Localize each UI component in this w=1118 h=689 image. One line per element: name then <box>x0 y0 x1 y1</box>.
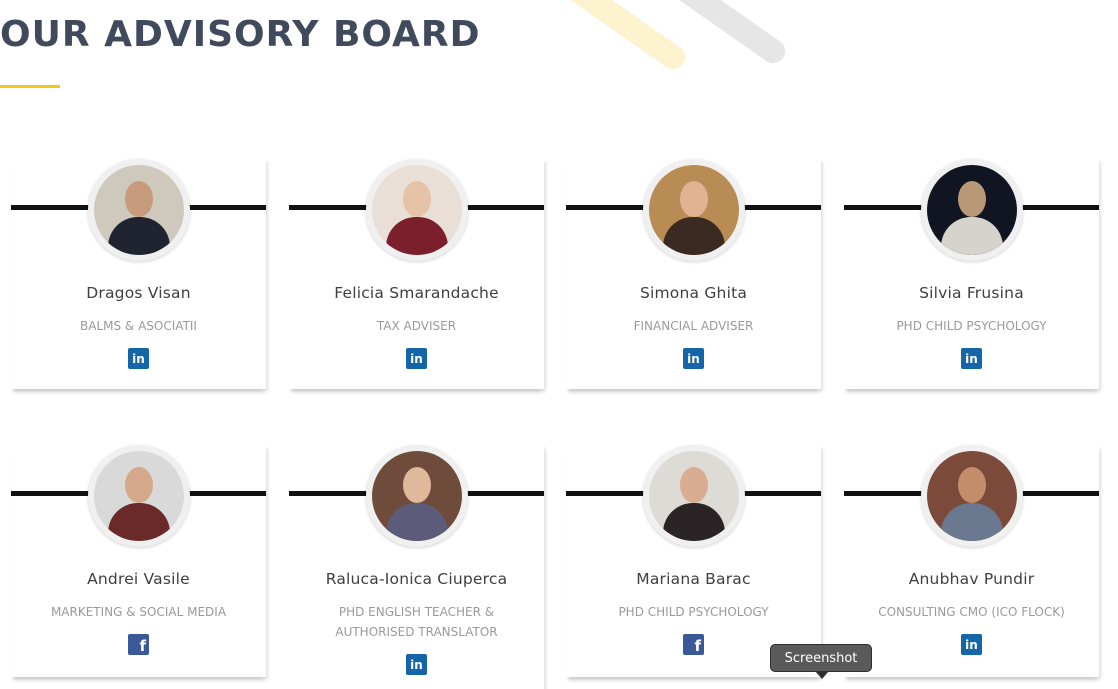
section-title: OUR ADVISORY BOARD <box>0 14 481 55</box>
title-underline <box>0 85 60 88</box>
facebook-icon[interactable]: f <box>683 634 704 655</box>
advisor-card: Simona Ghita FINANCIAL ADVISER in <box>566 159 821 389</box>
advisor-card: Felicia Smarandache TAX ADVISER in <box>289 159 544 389</box>
avatar-frame <box>88 445 190 547</box>
avatar-frame <box>366 445 468 547</box>
avatar-frame <box>921 445 1023 547</box>
linkedin-icon[interactable]: in <box>961 348 982 369</box>
avatar <box>649 165 739 255</box>
advisor-role: PHD CHILD PSYCHOLOGY <box>896 319 1047 333</box>
advisor-name: Raluca-Ionica Ciuperca <box>325 570 508 588</box>
avatar-frame <box>643 445 745 547</box>
advisor-name: Dragos Visan <box>86 284 191 302</box>
advisor-name: Andrei Vasile <box>87 570 190 588</box>
linkedin-icon[interactable]: in <box>406 654 427 675</box>
advisor-role: MARKETING & SOCIAL MEDIA <box>50 605 227 619</box>
avatar-frame <box>88 159 190 261</box>
advisor-role: CONSULTING CMO (ICO FLOCK) <box>878 605 1065 619</box>
avatar <box>94 165 184 255</box>
advisor-card: Silvia Frusina PHD CHILD PSYCHOLOGY in <box>844 159 1099 389</box>
linkedin-icon[interactable]: in <box>128 348 149 369</box>
advisor-role: TAX ADVISER <box>376 319 457 333</box>
avatar <box>94 451 184 541</box>
avatar <box>927 451 1017 541</box>
advisor-card: Dragos Visan BALMS & ASOCIATII in <box>11 159 266 389</box>
advisor-card: Andrei Vasile MARKETING & SOCIAL MEDIA f <box>11 445 266 677</box>
advisor-card: Raluca-Ionica Ciuperca PHD ENGLISH TEACH… <box>289 445 544 689</box>
linkedin-icon[interactable]: in <box>406 348 427 369</box>
linkedin-icon[interactable]: in <box>683 348 704 369</box>
screenshot-tooltip: Screenshot <box>770 644 872 679</box>
advisor-role: FINANCIAL ADVISER <box>633 319 754 333</box>
advisor-name: Felicia Smarandache <box>334 284 499 302</box>
advisor-name: Silvia Frusina <box>919 284 1024 302</box>
linkedin-icon[interactable]: in <box>961 634 982 655</box>
advisor-name: Anubhav Pundir <box>908 570 1035 588</box>
advisor-role: BALMS & ASOCIATII <box>80 319 197 333</box>
advisor-name: Mariana Barac <box>636 570 751 588</box>
decorative-stripe-yellow <box>553 0 690 74</box>
avatar-frame <box>921 159 1023 261</box>
avatar <box>649 451 739 541</box>
facebook-icon[interactable]: f <box>128 634 149 655</box>
advisor-card: Anubhav Pundir CONSULTING CMO (ICO FLOCK… <box>844 445 1099 677</box>
advisor-role: PHD CHILD PSYCHOLOGY <box>618 605 769 619</box>
advisor-name: Simona Ghita <box>639 284 748 302</box>
avatar-frame <box>366 159 468 261</box>
advisor-role: PHD ENGLISH TEACHER & AUTHORISED TRANSLA… <box>335 605 498 639</box>
avatar <box>372 165 462 255</box>
avatar-frame <box>643 159 745 261</box>
avatar <box>927 165 1017 255</box>
advisor-card: Mariana Barac PHD CHILD PSYCHOLOGY f <box>566 445 821 677</box>
avatar <box>372 451 462 541</box>
